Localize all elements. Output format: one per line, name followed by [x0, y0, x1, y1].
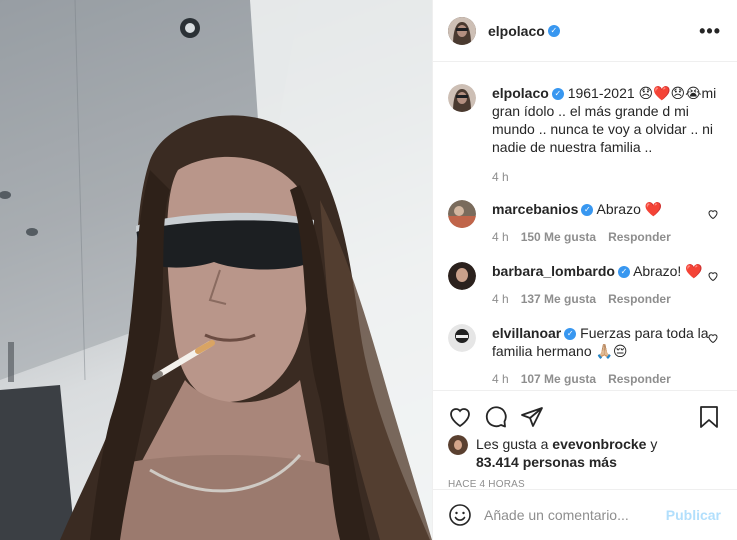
- post-timestamp[interactable]: HACE 4 HORAS: [433, 471, 737, 490]
- comment-bubble-icon[interactable]: [484, 405, 508, 429]
- comment-item: marcebanios ✓ Abrazo ❤️ 4 h 150 Me gusta …: [448, 200, 721, 246]
- verified-badge-icon: ✓: [581, 204, 594, 217]
- comment-body: barbara_lombardo ✓ Abrazo! ❤️ 4 h 137 Me …: [492, 262, 721, 308]
- comment-likes[interactable]: 107 Me gusta: [521, 370, 596, 388]
- likes-count[interactable]: 83.414 personas más: [476, 454, 617, 470]
- commenter-avatar[interactable]: [448, 200, 476, 228]
- instagram-post-modal: elpolaco ✓ ••• elpolaco✓ 1961-2021 😞❤️😞�: [0, 0, 737, 540]
- likes-summary: Les gusta a evevonbrocke y 83.414 person…: [433, 435, 737, 471]
- action-icons-row: [433, 391, 737, 435]
- emoji-smiley-icon[interactable]: [448, 503, 472, 527]
- comment-likes[interactable]: 150 Me gusta: [521, 228, 596, 246]
- comment-like-heart-icon[interactable]: [707, 208, 719, 220]
- author-avatar[interactable]: [448, 16, 476, 45]
- comment-time[interactable]: 4 h: [492, 228, 509, 246]
- comment-meta: 4 h 107 Me gusta Responder: [492, 370, 721, 388]
- comment-text: Abrazo! ❤️: [633, 263, 703, 279]
- comment-meta: 4 h 150 Me gusta Responder: [492, 228, 721, 246]
- reply-button[interactable]: Responder: [608, 370, 671, 388]
- caption-username[interactable]: elpolaco: [492, 85, 549, 101]
- share-paper-plane-icon[interactable]: [520, 405, 544, 429]
- caption-avatar-image: [448, 84, 476, 112]
- comment-like-heart-icon[interactable]: [707, 332, 719, 344]
- comment-likes[interactable]: 137 Me gusta: [521, 290, 596, 308]
- comment-time[interactable]: 4 h: [492, 290, 509, 308]
- comment-meta: 4 h 137 Me gusta Responder: [492, 290, 721, 308]
- commenter-avatar[interactable]: [448, 324, 476, 352]
- caption: elpolaco ✓ 1961-2021 😞❤️😞😭mi gran ídolo .…: [448, 84, 721, 186]
- comment-item: barbara_lombardo ✓ Abrazo! ❤️ 4 h 137 Me …: [448, 262, 721, 308]
- post-header: elpolaco ✓ •••: [433, 0, 737, 62]
- author-avatar-image: [448, 16, 476, 45]
- verified-badge-icon: ✓: [617, 266, 630, 279]
- post-actions: Les gusta a evevonbrocke y 83.414 person…: [433, 390, 737, 540]
- likes-prefix: Les gusta a: [476, 436, 549, 452]
- comments-list[interactable]: elpolaco ✓ 1961-2021 😞❤️😞😭mi gran ídolo .…: [433, 63, 737, 390]
- comment-username[interactable]: elvillanoar: [492, 325, 561, 341]
- reply-button[interactable]: Responder: [608, 228, 671, 246]
- comment-body: elvillanoar ✓ Fuerzas para toda la famili…: [492, 324, 721, 388]
- like-heart-icon[interactable]: [448, 405, 472, 429]
- comment-username[interactable]: marcebanios: [492, 201, 578, 217]
- verified-badge-icon: ✓: [547, 24, 560, 37]
- post-side-panel: elpolaco ✓ ••• elpolaco✓ 1961-2021 😞❤️😞�: [432, 0, 737, 540]
- liker-avatar-image: [448, 435, 468, 455]
- liker-username[interactable]: evevonbrocke: [552, 436, 646, 452]
- reply-button[interactable]: Responder: [608, 290, 671, 308]
- commenter-avatar[interactable]: [448, 262, 476, 290]
- post-photo-illustration: [0, 0, 432, 540]
- caption-meta: 4 h: [492, 168, 721, 186]
- likes-text: Les gusta a evevonbrocke y 83.414 person…: [476, 435, 657, 471]
- post-photo[interactable]: [0, 0, 432, 540]
- comment-time[interactable]: 4 h: [492, 370, 509, 388]
- save-bookmark-icon[interactable]: [697, 405, 721, 429]
- commenter-avatar-image: [448, 200, 476, 228]
- more-options-icon[interactable]: •••: [699, 22, 721, 40]
- verified-badge-icon: ✓: [551, 88, 564, 101]
- commenter-avatar-image: [448, 262, 476, 290]
- comment-item: elvillanoar ✓ Fuerzas para toda la famili…: [448, 324, 721, 388]
- likes-conjunction: y: [650, 436, 658, 452]
- comment-body: marcebanios ✓ Abrazo ❤️ 4 h 150 Me gusta …: [492, 200, 721, 246]
- publish-button[interactable]: Publicar: [666, 507, 721, 523]
- add-comment-input[interactable]: [484, 507, 666, 523]
- add-comment-bar: Publicar: [433, 489, 737, 540]
- comment-username[interactable]: barbara_lombardo: [492, 263, 615, 279]
- comment-like-heart-icon[interactable]: [707, 270, 719, 282]
- caption-body: elpolaco ✓ 1961-2021 😞❤️😞😭mi gran ídolo .…: [492, 84, 721, 186]
- comment-text: Abrazo ❤️: [596, 201, 663, 217]
- author-username[interactable]: elpolaco: [488, 23, 545, 39]
- commenter-avatar-image: [448, 324, 476, 352]
- caption-avatar[interactable]: [448, 84, 476, 112]
- caption-time[interactable]: 4 h: [492, 168, 509, 186]
- verified-badge-icon: ✓: [564, 328, 577, 341]
- liker-avatar[interactable]: [448, 435, 468, 455]
